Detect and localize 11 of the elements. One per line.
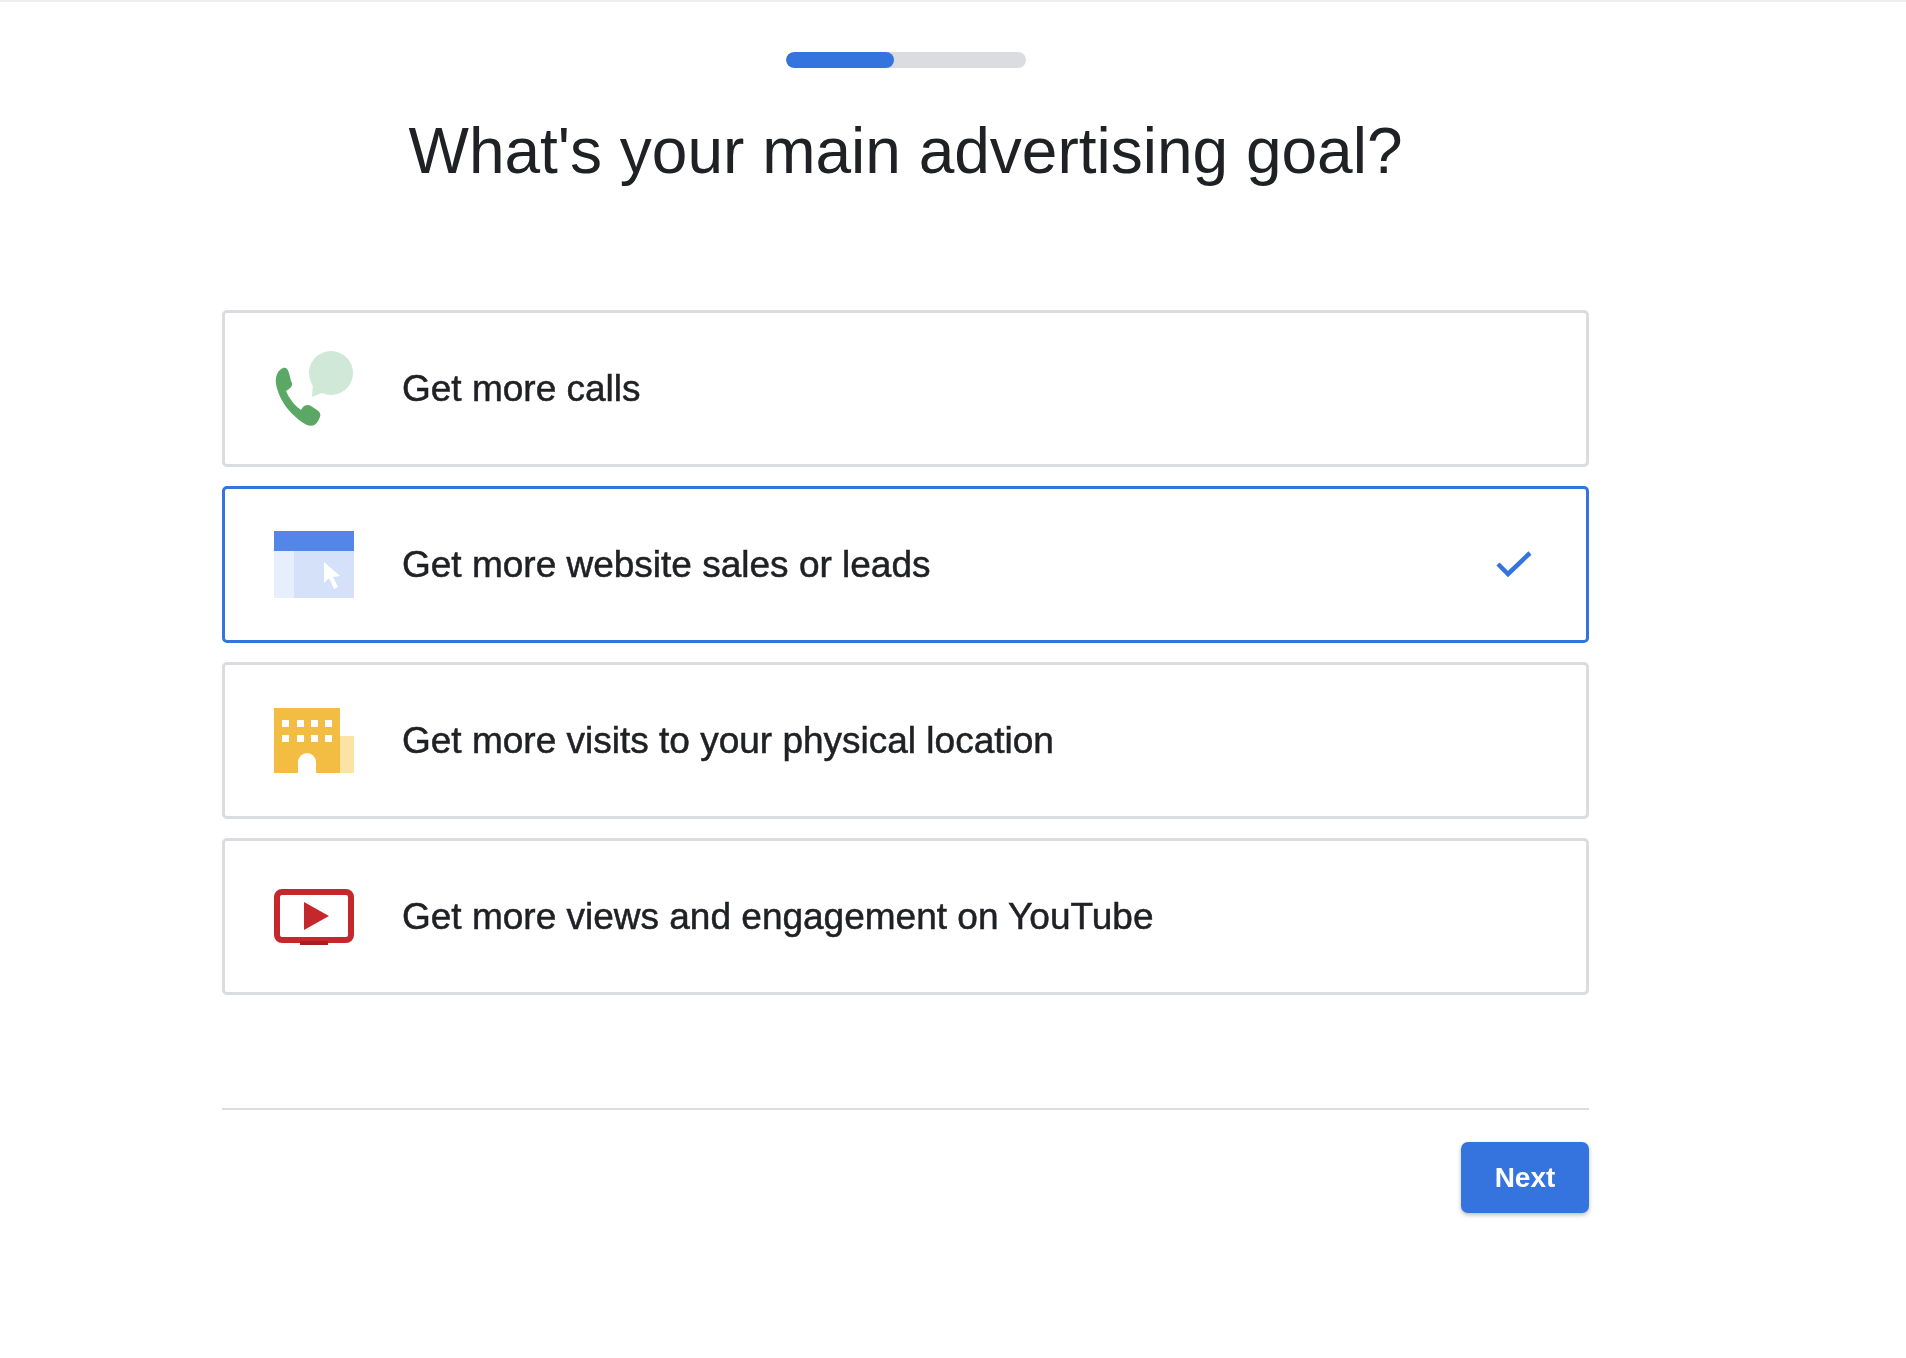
phone-chat-icon (274, 350, 354, 427)
building-icon (274, 708, 354, 773)
check-icon (1496, 551, 1532, 578)
browser-cursor-icon (274, 531, 354, 598)
next-button[interactable]: Next (1461, 1142, 1589, 1213)
goal-option[interactable]: Get more calls (222, 310, 1589, 467)
goal-option[interactable]: Get more website sales or leads (222, 486, 1589, 643)
goal-option[interactable]: Get more views and engagement on YouTube (222, 838, 1589, 995)
goal-option[interactable]: Get more visits to your physical location (222, 662, 1589, 819)
page-title: What's your main advertising goal? (408, 114, 1403, 188)
video-player-icon (274, 888, 354, 945)
